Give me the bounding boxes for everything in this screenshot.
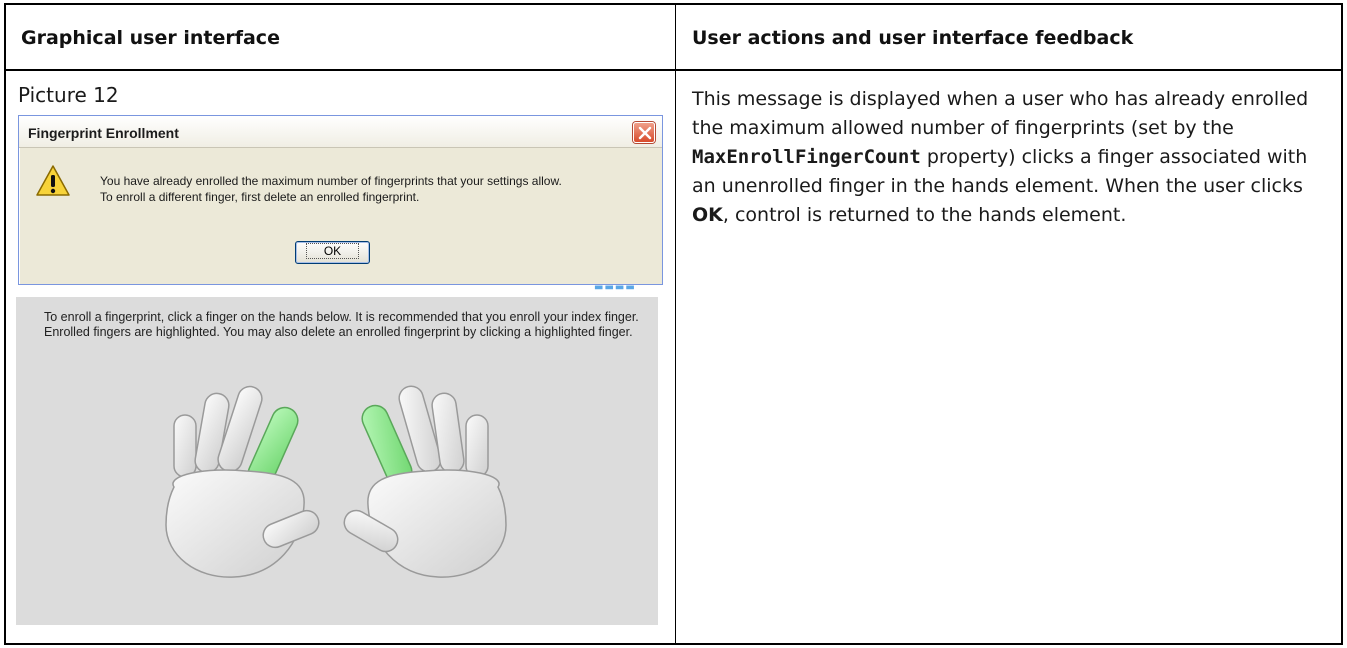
ok-button[interactable]: OK — [295, 241, 370, 264]
dialog-message-line-1: You have already enrolled the maximum nu… — [100, 174, 562, 188]
dialog-title: Fingerprint Enrollment — [28, 125, 179, 141]
dialog-titlebar: Fingerprint Enrollment — [19, 116, 662, 148]
close-icon — [638, 126, 652, 140]
hands-element — [165, 385, 507, 578]
enrollment-instructions: To enroll a fingerprint, click a finger … — [44, 310, 639, 339]
left-hand — [165, 385, 320, 578]
dialog-message-line-2: To enroll a different finger, first dele… — [100, 190, 420, 204]
table-header-row: Graphical user interface User actions an… — [6, 5, 1341, 71]
feedback-description: This message is displayed when a user wh… — [692, 85, 1332, 230]
header-user-actions: User actions and user interface feedback — [692, 27, 1134, 49]
close-button[interactable] — [633, 122, 655, 143]
header-graphical-ui: Graphical user interface — [21, 27, 280, 49]
warning-icon — [36, 165, 70, 196]
dialog-message: You have already enrolled the maximum nu… — [100, 173, 562, 205]
ok-button-label: OK — [305, 243, 360, 259]
fingerprint-enrollment-dialog: Fingerprint Enrollment You have already … — [18, 115, 663, 285]
background-fragment: ▬▬▬▬ — [594, 282, 636, 292]
left-pinky-finger[interactable] — [173, 414, 197, 478]
right-hand — [343, 385, 507, 578]
column-divider — [675, 5, 676, 643]
property-name: MaxEnrollFingerCount — [692, 146, 921, 168]
picture-label: Picture 12 — [18, 83, 119, 107]
ok-word: OK — [692, 204, 723, 226]
document-table: Graphical user interface User actions an… — [4, 3, 1343, 645]
right-pinky-finger[interactable] — [465, 414, 489, 478]
description-part-3: , control is returned to the hands eleme… — [722, 204, 1127, 226]
description-part-1: This message is displayed when a user wh… — [692, 88, 1309, 139]
right-palm — [367, 469, 507, 578]
